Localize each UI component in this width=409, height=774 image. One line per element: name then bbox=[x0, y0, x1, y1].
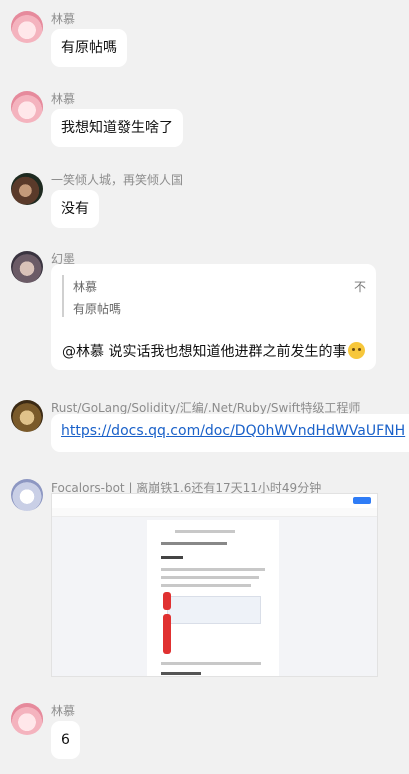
avatar[interactable] bbox=[11, 703, 43, 735]
image-line bbox=[161, 672, 201, 675]
image-document-page bbox=[147, 520, 279, 676]
message-bubble[interactable]: 没有 bbox=[51, 190, 99, 228]
image-toolbar bbox=[52, 508, 377, 517]
message-3: 一笑倾人城，再笑倾人国 没有 bbox=[0, 169, 409, 229]
message-1: 林慕 有原帖嗎 bbox=[0, 8, 409, 68]
message-bubble[interactable]: 6 bbox=[51, 721, 80, 759]
avatar[interactable] bbox=[11, 11, 43, 43]
quoted-message[interactable]: 林慕 不 有原帖嗎 bbox=[62, 275, 366, 317]
image-line bbox=[161, 584, 251, 587]
avatar[interactable] bbox=[11, 173, 43, 205]
image-topbar bbox=[52, 494, 377, 509]
image-share-button bbox=[353, 497, 371, 504]
image-line bbox=[161, 576, 259, 579]
message-7: 林慕 6 bbox=[0, 701, 409, 761]
image-line bbox=[161, 556, 183, 559]
sender-name: 一笑倾人城，再笑倾人国 bbox=[51, 173, 184, 187]
avatar[interactable] bbox=[11, 91, 43, 123]
link-bubble[interactable]: https://docs.qq.com/doc/DQ0hWVndHdWVaUFN… bbox=[51, 414, 409, 452]
image-box bbox=[167, 596, 261, 624]
quoted-text: 有原帖嗎 bbox=[73, 302, 122, 316]
avatar[interactable] bbox=[11, 479, 43, 511]
image-line bbox=[161, 542, 227, 545]
image-redaction bbox=[163, 592, 171, 610]
message-4: 幻墨 林慕 不 有原帖嗎 @林慕 说实话我也想知道他进群之前发生的事 bbox=[0, 250, 409, 376]
reply-bubble[interactable]: 林慕 不 有原帖嗎 @林慕 说实话我也想知道他进群之前发生的事 bbox=[51, 264, 376, 370]
image-redaction bbox=[163, 614, 171, 654]
message-bubble[interactable]: 我想知道發生啥了 bbox=[51, 109, 183, 147]
quoted-extra-text: 不 bbox=[353, 280, 366, 294]
doc-link[interactable]: https://docs.qq.com/doc/DQ0hWVndHdWVaUFN… bbox=[61, 423, 405, 439]
message-6: Focalors-bot | 离崩铁1.6还有17天11小时49分钟 bbox=[0, 479, 409, 679]
smiling-face-emoji-icon bbox=[348, 342, 366, 359]
avatar[interactable] bbox=[11, 251, 43, 283]
reply-text: @林慕 说实话我也想知道他进群之前发生的事 bbox=[62, 344, 347, 360]
avatar[interactable] bbox=[11, 400, 43, 432]
message-bubble[interactable]: 有原帖嗎 bbox=[51, 29, 127, 67]
message-2: 林慕 我想知道發生啥了 bbox=[0, 88, 409, 148]
reply-text-line: @林慕 说实话我也想知道他进群之前发生的事 bbox=[62, 341, 366, 361]
sender-name: 林慕 bbox=[51, 92, 76, 106]
image-line bbox=[161, 662, 261, 665]
quoted-sender: 林慕 bbox=[73, 280, 98, 294]
image-line bbox=[175, 530, 235, 533]
sender-name: 林慕 bbox=[51, 704, 76, 718]
image-line bbox=[161, 568, 265, 571]
screenshot-image[interactable] bbox=[51, 493, 378, 677]
message-5: Rust/GoLang/Solidity/汇编/.Net/Ruby/Swift特… bbox=[0, 400, 409, 460]
sender-name: 林慕 bbox=[51, 12, 76, 26]
